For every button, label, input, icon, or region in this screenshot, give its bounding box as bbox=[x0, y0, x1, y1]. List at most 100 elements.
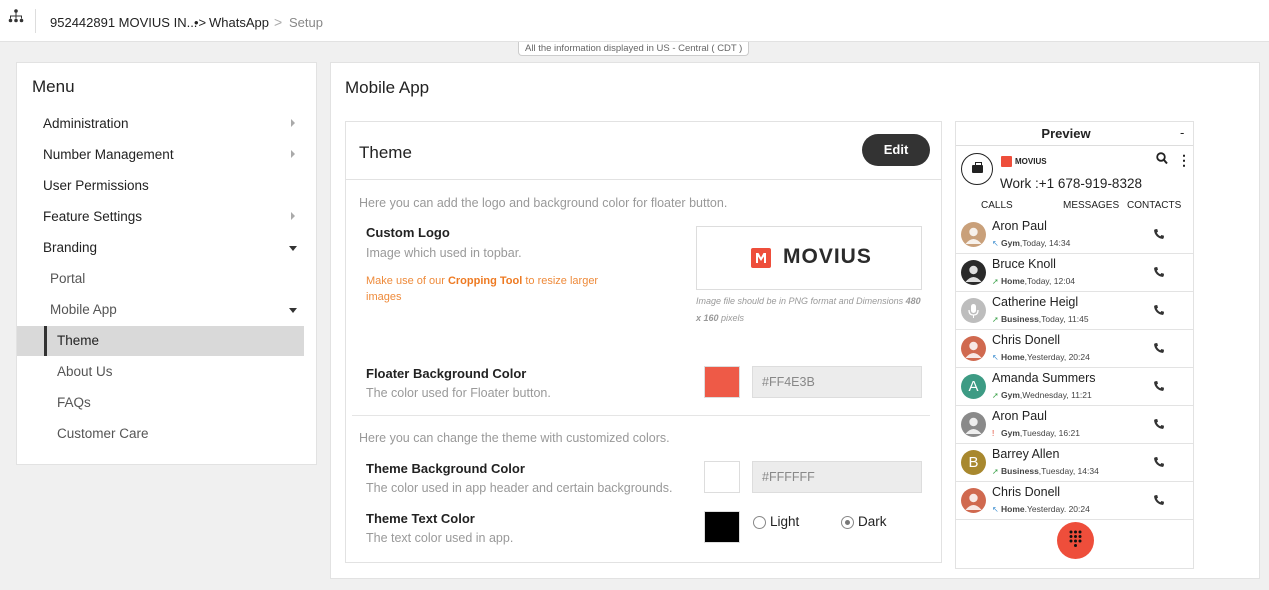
person-silhouette-icon bbox=[965, 227, 982, 244]
contact-name: Chris Donell bbox=[992, 485, 1061, 499]
contact-call-time: ,Yesterday, 20:24 bbox=[1024, 352, 1090, 362]
person-silhouette-icon bbox=[965, 265, 982, 282]
contact-name: Catherine Heigl bbox=[992, 295, 1079, 309]
contact-avatar bbox=[961, 298, 986, 323]
dialpad-icon bbox=[1069, 530, 1082, 547]
outgoing-call-icon: ➚ bbox=[992, 391, 999, 400]
cropping-tool-note: Make use of our Cropping Tool to resize … bbox=[366, 273, 626, 305]
movius-logo-mark-icon bbox=[751, 248, 771, 268]
menu-title: Menu bbox=[32, 77, 75, 96]
contact-call-meta: ↖ Gym,Today, 14:34 bbox=[992, 238, 1070, 248]
floater-color-input[interactable] bbox=[752, 366, 922, 398]
contact-tag: Home bbox=[1001, 504, 1025, 514]
menu-item-portal[interactable]: Portal bbox=[17, 264, 304, 294]
theme-card: Theme Edit Here you can add the logo and… bbox=[345, 121, 942, 563]
theme-title: Theme bbox=[359, 143, 412, 162]
contact-name: Aron Paul bbox=[992, 409, 1047, 423]
menu-item-label: FAQs bbox=[57, 395, 91, 410]
phone-icon bbox=[1153, 455, 1165, 467]
contact-call-meta: ➚ Gym,Wednesday, 11:21 bbox=[992, 390, 1092, 400]
phone-icon bbox=[1153, 303, 1165, 315]
contact-avatar: A bbox=[961, 374, 986, 399]
breadcrumb-account[interactable]: 952442891 MOVIUS IN... bbox=[50, 15, 197, 30]
theme-card-header: Theme Edit bbox=[346, 122, 941, 180]
person-silhouette-icon bbox=[965, 417, 982, 434]
outgoing-call-icon: ➚ bbox=[992, 315, 999, 324]
contact-tag: Gym bbox=[1001, 428, 1020, 438]
preview-contact-row: Chris Donell ↖ Home,Yesterday, 20:24 bbox=[956, 330, 1193, 368]
missed-call-icon: ! bbox=[992, 429, 995, 438]
menu-item-about-us[interactable]: About Us bbox=[17, 357, 304, 387]
contact-tag: Gym bbox=[1001, 390, 1020, 400]
preview-work-number: Work :+1 678-919-8328 bbox=[1000, 176, 1142, 191]
logo-upload-box[interactable]: MOVIUS bbox=[696, 226, 922, 290]
dialpad-floater-button bbox=[1057, 522, 1094, 559]
chevron-right-icon bbox=[291, 212, 295, 220]
timezone-note: All the information displayed in US - Ce… bbox=[518, 42, 750, 56]
menu-item-label: Branding bbox=[43, 240, 98, 255]
preview-minimize-button[interactable]: - bbox=[1180, 125, 1184, 140]
theme-bg-color-swatch[interactable] bbox=[704, 461, 740, 493]
floater-color-swatch[interactable] bbox=[704, 366, 740, 398]
briefcase-icon bbox=[961, 153, 993, 185]
incoming-call-icon: ↖ bbox=[992, 239, 999, 248]
contact-call-meta: ! Gym,Tuesday, 16:21 bbox=[992, 428, 1080, 438]
menu-item-branding[interactable]: Branding bbox=[17, 233, 304, 263]
menu-item-customer-care[interactable]: Customer Care bbox=[17, 419, 304, 449]
menu-item-faqs[interactable]: FAQs bbox=[17, 388, 304, 418]
contact-avatar bbox=[961, 222, 986, 247]
theme-text-color-swatch[interactable] bbox=[704, 511, 740, 543]
breadcrumb-app[interactable]: WhatsApp bbox=[209, 15, 269, 30]
menu-item-theme[interactable]: Theme bbox=[17, 326, 304, 356]
menu-item-administration[interactable]: Administration bbox=[17, 109, 304, 139]
incoming-call-icon: ↖ bbox=[992, 505, 999, 514]
menu-item-feature-settings[interactable]: Feature Settings bbox=[17, 202, 304, 232]
person-silhouette-icon bbox=[965, 341, 982, 358]
preview-contact-row: Aron Paul ↖ Gym,Today, 14:34 bbox=[956, 216, 1193, 254]
menu-item-label: Theme bbox=[57, 333, 100, 348]
preview-contact-row: Bruce Knoll ➚ Home,Today, 12:04 bbox=[956, 254, 1193, 292]
contact-tag: Business bbox=[1001, 466, 1039, 476]
contact-tag: Home bbox=[1001, 352, 1025, 362]
menu-item-user-permissions[interactable]: User Permissions bbox=[17, 171, 304, 201]
contact-name: Amanda Summers bbox=[992, 371, 1096, 385]
org-chart-icon[interactable] bbox=[8, 9, 24, 23]
preview-contact-row: Aron Paul! Gym,Tuesday, 16:21 bbox=[956, 406, 1193, 444]
menu-item-label: About Us bbox=[57, 364, 113, 379]
menu-item-label: Portal bbox=[50, 271, 86, 286]
menu-item-number-management[interactable]: Number Management bbox=[17, 140, 304, 170]
contact-name: Barrey Allen bbox=[992, 447, 1060, 461]
radio-light-circle[interactable] bbox=[753, 516, 766, 529]
radio-dark-circle[interactable] bbox=[841, 516, 854, 529]
theme-bg-color-input[interactable] bbox=[752, 461, 922, 493]
floater-color-desc: The color used for Floater button. bbox=[366, 386, 551, 400]
preview-contact-row: Catherine Heigl ➚ Business,Today, 11:45 bbox=[956, 292, 1193, 330]
preview-header: Preview - bbox=[956, 122, 1193, 146]
theme-intro-text: Here you can change the theme with custo… bbox=[359, 431, 670, 445]
preview-contact-row: Chris Donell ↖ Home.Yesterday. 20:24 bbox=[956, 482, 1193, 520]
logo-intro-text: Here you can add the logo and background… bbox=[359, 196, 728, 210]
phone-icon bbox=[1153, 493, 1165, 505]
search-icon bbox=[1156, 152, 1168, 165]
menu-item-label: Administration bbox=[43, 116, 129, 131]
preview-tab-contacts: CONTACTS bbox=[1127, 200, 1182, 211]
contact-call-time: ,Tuesday, 16:21 bbox=[1019, 428, 1080, 438]
logo-format-hint: Image file should be in PNG format and D… bbox=[696, 293, 926, 327]
mobile-preview: Preview - MOVIUS ⋮ Work :+1 678-919-8328… bbox=[955, 121, 1194, 569]
contact-call-meta: ➚ Home,Today, 12:04 bbox=[992, 276, 1075, 286]
outgoing-call-icon: ➚ bbox=[992, 277, 999, 286]
phone-icon bbox=[1153, 379, 1165, 391]
menu-item-mobile-app[interactable]: Mobile App bbox=[17, 295, 304, 325]
phone-icon bbox=[1153, 341, 1165, 353]
breadcrumb-separator: > bbox=[274, 14, 283, 30]
crop-note-prefix: Make use of our bbox=[366, 275, 445, 287]
menu-item-label: User Permissions bbox=[43, 178, 149, 193]
edit-button[interactable]: Edit bbox=[862, 134, 930, 166]
section-divider bbox=[352, 415, 930, 416]
contact-avatar bbox=[961, 412, 986, 437]
logo-hint-suffix: pixels bbox=[721, 313, 745, 323]
preview-title: Preview bbox=[1041, 126, 1091, 141]
cropping-tool-link[interactable]: Cropping Tool bbox=[448, 275, 522, 287]
chevron-down-icon bbox=[289, 246, 297, 251]
contact-name: Chris Donell bbox=[992, 333, 1061, 347]
